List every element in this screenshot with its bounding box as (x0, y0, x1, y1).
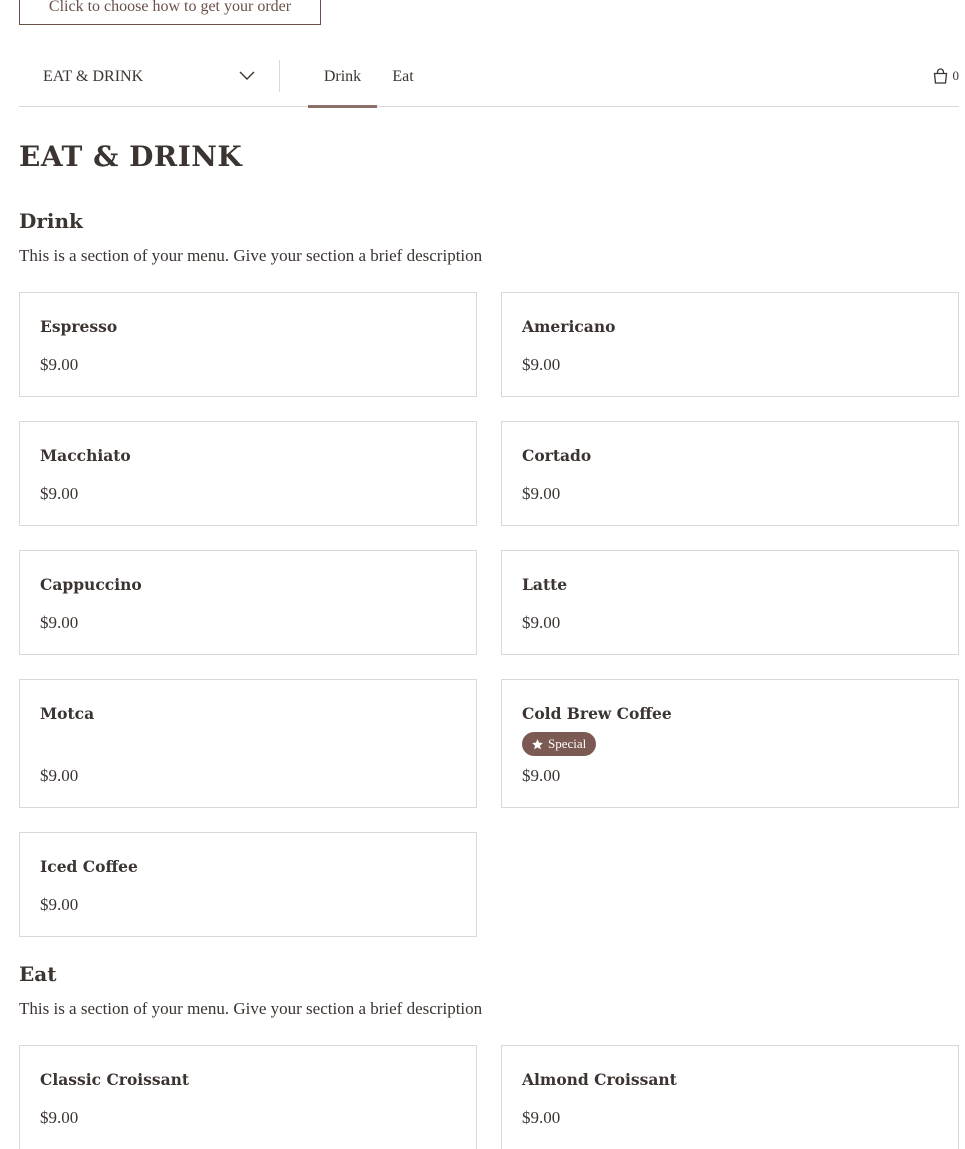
menu-item-price: $9.00 (40, 1108, 79, 1127)
cart-button[interactable]: 0 (932, 66, 960, 86)
menu-item-name: Almond Croissant (522, 1070, 677, 1089)
menu-item-card[interactable]: Cappuccino $9.00 (19, 550, 477, 655)
section-description-eat: This is a section of your menu. Give you… (19, 999, 483, 1018)
menu-item-price: $9.00 (40, 895, 79, 914)
shopping-bag-icon (933, 68, 947, 84)
menu-item-card[interactable]: Classic Croissant $9.00 (19, 1045, 477, 1149)
badge-label: Special (548, 736, 587, 751)
menu-item-name: Espresso (40, 317, 118, 336)
section-title-drink: Drink (19, 209, 83, 233)
menu-navbar: EAT & DRINK Drink Eat 0 (19, 50, 960, 108)
menu-item-price: $9.00 (522, 355, 561, 374)
menu-item-card[interactable]: Latte $9.00 (501, 550, 959, 655)
menu-item-card[interactable]: Cortado $9.00 (501, 421, 959, 526)
page: Click to choose how to get your order EA… (0, 0, 965, 1149)
menu-item-price: $9.00 (40, 355, 79, 374)
chevron-down-icon (239, 71, 255, 80)
menu-select-dropdown[interactable]: EAT & DRINK (43, 64, 255, 90)
menu-item-card[interactable]: Espresso $9.00 (19, 292, 477, 397)
tab-drink[interactable]: Drink (308, 50, 377, 108)
special-badge: Special (522, 732, 597, 756)
menu-item-name: Americano (522, 317, 616, 336)
menu-item-price: $9.00 (522, 484, 561, 503)
menu-item-name: Cold Brew Coffee (522, 704, 672, 723)
menu-item-card[interactable]: Macchiato $9.00 (19, 421, 477, 526)
menu-item-card[interactable]: Americano $9.00 (501, 292, 959, 397)
menu-item-name: Cortado (522, 446, 592, 465)
menu-item-name: Classic Croissant (40, 1070, 190, 1089)
menu-item-name: Iced Coffee (40, 857, 138, 876)
nav-divider (279, 60, 280, 92)
menu-item-name: Latte (522, 575, 568, 594)
menu-item-name: Motca (40, 704, 95, 723)
menu-item-price: $9.00 (40, 484, 79, 503)
menu-select-label: EAT & DRINK (43, 68, 144, 85)
tab-eat[interactable]: Eat (383, 50, 423, 107)
section-description-drink: This is a section of your menu. Give you… (19, 246, 483, 265)
menu-item-price: $9.00 (522, 1108, 561, 1127)
menu-item-name: Macchiato (40, 446, 131, 465)
section-title-eat: Eat (19, 962, 57, 986)
order-method-button[interactable]: Click to choose how to get your order (19, 0, 321, 25)
menu-item-card[interactable]: Almond Croissant $9.00 (501, 1045, 959, 1149)
cart-count: 0 (952, 68, 960, 83)
star-icon (532, 738, 543, 749)
menu-item-card[interactable]: Cold Brew Coffee Special $9.00 (501, 679, 959, 808)
menu-item-price: $9.00 (522, 613, 561, 632)
menu-item-price: $9.00 (40, 613, 79, 632)
menu-item-price: $9.00 (522, 766, 561, 785)
menu-item-price: $9.00 (40, 766, 79, 785)
menu-item-card[interactable]: Motca $9.00 (19, 679, 477, 808)
menu-item-card[interactable]: Iced Coffee $9.00 (19, 832, 477, 937)
menu-title: EAT & DRINK (19, 140, 243, 173)
menu-item-name: Cappuccino (40, 575, 142, 594)
